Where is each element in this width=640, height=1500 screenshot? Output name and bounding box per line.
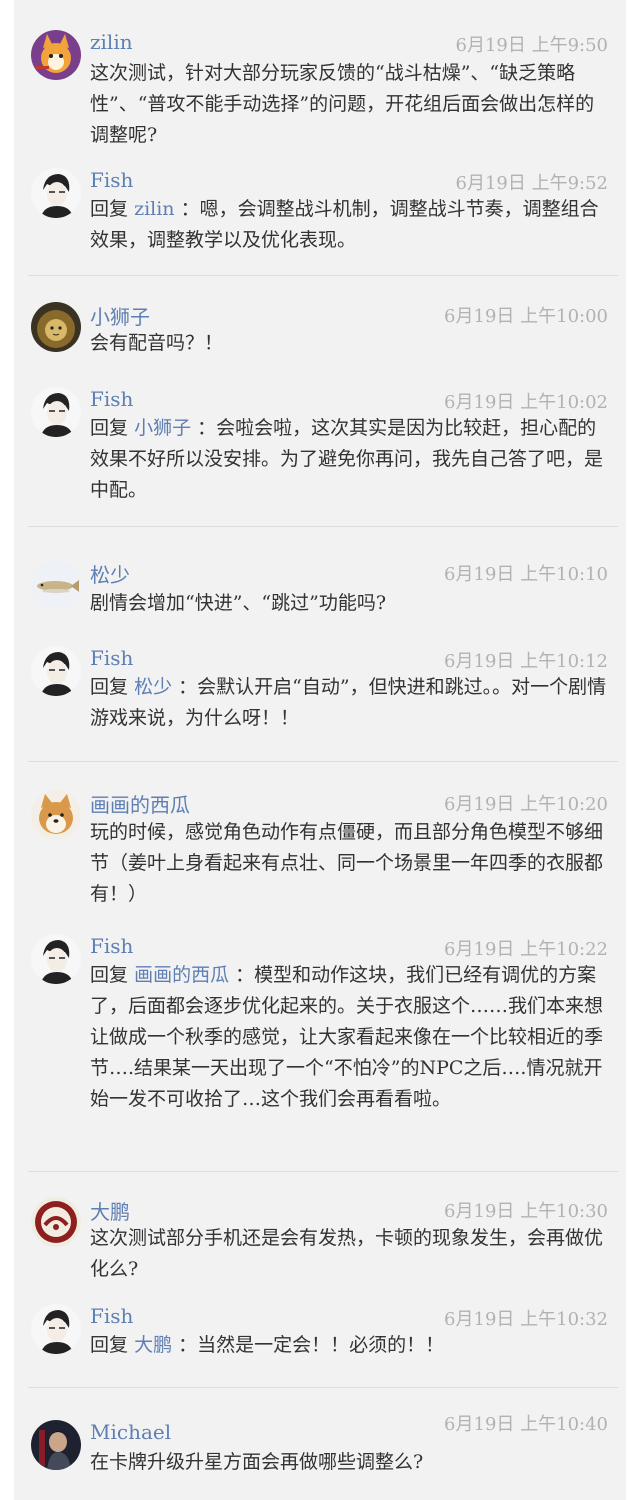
reply-separator: ： — [235, 964, 255, 986]
username[interactable]: 画画的西瓜 — [90, 789, 190, 818]
reply-to-user[interactable]: 小狮子 — [134, 417, 191, 439]
timestamp: 6月19日 上午10:32 — [444, 1309, 608, 1330]
reply-text: 回复 大鹏 ：当然是一定会！！必须的！！ — [90, 1330, 610, 1361]
username[interactable]: Michael — [90, 1420, 171, 1444]
comment-text: 玩的时候，感觉角色动作有点僵硬，而且部分角色模型不够细节（姜叶上身看起来有点壮、… — [90, 821, 604, 905]
reply-to-user[interactable]: 大鹏 — [134, 1334, 172, 1356]
username[interactable]: Fish — [90, 934, 133, 958]
comment-text: 剧情会增加“快进”、“跳过”功能吗? — [90, 592, 387, 614]
fox-avatar[interactable] — [31, 30, 81, 80]
divider — [28, 1171, 618, 1172]
reply-prefix: 回复 — [90, 1334, 129, 1356]
timestamp: 6月19日 上午10:22 — [444, 939, 608, 960]
reply-text: 回复 松少 ：会默认开启“自动”，但快进和跳过。。对一个剧情游戏来说，为什么呀！… — [90, 672, 610, 734]
fish-avatar[interactable] — [31, 560, 81, 610]
timestamp: 6月19日 上午10:02 — [444, 392, 608, 413]
shiba-avatar[interactable] — [31, 790, 81, 840]
reply-text: 回复 画画的西瓜 ：模型和动作这块，我们已经有调优的方案了，后面都会逐步优化起来… — [90, 960, 610, 1115]
reply-to-user[interactable]: 画画的西瓜 — [134, 964, 229, 986]
reply-separator: ： — [197, 417, 217, 439]
username[interactable]: 松少 — [90, 559, 130, 588]
reply-body: 当然是一定会！！必须的！！ — [197, 1334, 445, 1356]
username[interactable]: Fish — [90, 646, 133, 670]
username[interactable]: zilin — [90, 30, 133, 54]
username[interactable]: 大鹏 — [90, 1196, 130, 1225]
username[interactable]: Fish — [90, 168, 133, 192]
fish-dev-avatar[interactable] — [31, 1304, 81, 1354]
emblem-avatar[interactable] — [31, 1197, 81, 1247]
reply-separator: ： — [178, 676, 198, 698]
timestamp: 6月19日 上午9:52 — [455, 173, 609, 194]
comment-text: 这次测试，针对大部分玩家反馈的“战斗枯燥”、“缺乏策略性”、“普攻不能手动选择”… — [90, 62, 595, 146]
fish-dev-avatar[interactable] — [31, 168, 81, 218]
reply-separator: ： — [180, 198, 200, 220]
username[interactable]: Fish — [90, 1304, 133, 1328]
timestamp: 6月19日 上午9:50 — [455, 35, 609, 56]
reply-prefix: 回复 — [90, 676, 129, 698]
timestamp: 6月19日 上午10:30 — [444, 1201, 608, 1222]
comment-text: 这次测试部分手机还是会有发热，卡顿的现象发生，会再做优化么? — [90, 1227, 604, 1280]
timestamp: 6月19日 上午10:20 — [444, 794, 608, 815]
comment-text: 在卡牌升级升星方面会再做哪些调整么? — [90, 1451, 424, 1473]
divider — [28, 275, 618, 276]
fish-dev-avatar[interactable] — [31, 387, 81, 437]
fish-dev-avatar[interactable] — [31, 646, 81, 696]
reply-text: 回复 zilin ：嗯，会调整战斗机制，调整战斗节奏，调整组合效果，调整教学以及… — [90, 194, 610, 256]
reply-prefix: 回复 — [90, 198, 129, 220]
fish-dev-avatar[interactable] — [31, 934, 81, 984]
reply-to-user[interactable]: zilin — [134, 198, 174, 220]
reply-prefix: 回复 — [90, 964, 129, 986]
timestamp: 6月19日 上午10:40 — [444, 1414, 608, 1435]
divider — [28, 761, 618, 762]
comment-text: 会有配音吗？！ — [90, 332, 224, 354]
timestamp: 6月19日 上午10:00 — [444, 306, 608, 327]
divider — [28, 526, 618, 527]
timestamp: 6月19日 上午10:12 — [444, 651, 608, 672]
timestamp: 6月19日 上午10:10 — [444, 564, 608, 585]
username[interactable]: Fish — [90, 387, 133, 411]
reply-to-user[interactable]: 松少 — [134, 676, 172, 698]
lion-avatar[interactable] — [31, 302, 81, 352]
reply-text: 回复 小狮子 ：会啦会啦，这次其实是因为比较赶，担心配的效果不好所以没安排。为了… — [90, 413, 610, 506]
warrior-avatar[interactable] — [31, 1420, 81, 1470]
reply-separator: ： — [178, 1334, 198, 1356]
reply-prefix: 回复 — [90, 417, 129, 439]
username[interactable]: 小狮子 — [90, 301, 150, 330]
divider — [28, 1387, 618, 1388]
